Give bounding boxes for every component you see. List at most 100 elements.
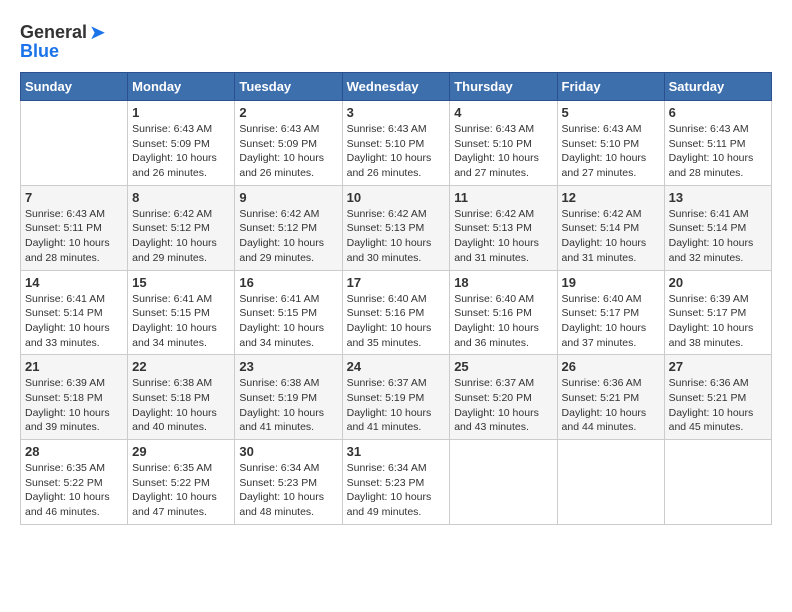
calendar-cell: 6 Sunrise: 6:43 AM Sunset: 5:11 PM Daylig… [664,101,771,186]
day-info: Sunrise: 6:37 AM Sunset: 5:20 PM Dayligh… [454,376,552,435]
day-info: Sunrise: 6:34 AM Sunset: 5:23 PM Dayligh… [239,461,337,520]
day-info: Sunrise: 6:43 AM Sunset: 5:11 PM Dayligh… [669,122,767,181]
day-number: 10 [347,190,446,205]
day-number: 20 [669,275,767,290]
calendar-cell [450,440,557,525]
day-info: Sunrise: 6:38 AM Sunset: 5:18 PM Dayligh… [132,376,230,435]
calendar-cell: 24Sunrise: 6:37 AM Sunset: 5:19 PM Dayli… [342,355,450,440]
calendar-header-row: SundayMondayTuesdayWednesdayThursdayFrid… [21,73,772,101]
day-info: Sunrise: 6:40 AM Sunset: 5:17 PM Dayligh… [562,292,660,351]
day-number: 26 [562,359,660,374]
calendar-cell: 22 Sunrise: 6:38 AM Sunset: 5:18 PM Dayli… [128,355,235,440]
day-info: Sunrise: 6:36 AM Sunset: 5:21 PM Dayligh… [669,376,767,435]
day-header-wednesday: Wednesday [342,73,450,101]
calendar-cell: 17 Sunrise: 6:40 AM Sunset: 5:16 PM Dayli… [342,270,450,355]
day-header-sunday: Sunday [21,73,128,101]
day-number: 22 [132,359,230,374]
day-number: 25 [454,359,552,374]
calendar-cell: 2 Sunrise: 6:43 AM Sunset: 5:09 PM Daylig… [235,101,342,186]
calendar-week-5: 28Sunrise: 6:35 AM Sunset: 5:22 PM Dayli… [21,440,772,525]
calendar-cell: 8 Sunrise: 6:42 AM Sunset: 5:12 PM Daylig… [128,185,235,270]
day-number: 23 [239,359,337,374]
day-header-tuesday: Tuesday [235,73,342,101]
day-info: Sunrise: 6:43 AM Sunset: 5:11 PM Dayligh… [25,207,123,266]
calendar-cell: 25 Sunrise: 6:37 AM Sunset: 5:20 PM Dayli… [450,355,557,440]
day-info: Sunrise: 6:43 AM Sunset: 5:09 PM Dayligh… [239,122,337,181]
day-info: Sunrise: 6:40 AM Sunset: 5:16 PM Dayligh… [347,292,446,351]
day-info: Sunrise: 6:43 AM Sunset: 5:09 PM Dayligh… [132,122,230,181]
day-info: Sunrise: 6:40 AM Sunset: 5:16 PM Dayligh… [454,292,552,351]
day-info: Sunrise: 6:38 AM Sunset: 5:19 PM Dayligh… [239,376,337,435]
calendar-week-3: 14 Sunrise: 6:41 AM Sunset: 5:14 PM Dayli… [21,270,772,355]
day-info: Sunrise: 6:43 AM Sunset: 5:10 PM Dayligh… [454,122,552,181]
day-number: 30 [239,444,337,459]
day-number: 11 [454,190,552,205]
calendar-cell: 26Sunrise: 6:36 AM Sunset: 5:21 PM Dayli… [557,355,664,440]
calendar-cell: 9 Sunrise: 6:42 AM Sunset: 5:12 PM Daylig… [235,185,342,270]
day-info: Sunrise: 6:35 AM Sunset: 5:22 PM Dayligh… [25,461,123,520]
calendar: SundayMondayTuesdayWednesdayThursdayFrid… [20,72,772,525]
day-number: 2 [239,105,337,120]
day-info: Sunrise: 6:42 AM Sunset: 5:12 PM Dayligh… [239,207,337,266]
day-info: Sunrise: 6:41 AM Sunset: 5:14 PM Dayligh… [25,292,123,351]
day-number: 27 [669,359,767,374]
day-number: 9 [239,190,337,205]
day-number: 31 [347,444,446,459]
day-number: 17 [347,275,446,290]
day-info: Sunrise: 6:41 AM Sunset: 5:15 PM Dayligh… [239,292,337,351]
day-number: 16 [239,275,337,290]
day-info: Sunrise: 6:37 AM Sunset: 5:19 PM Dayligh… [347,376,446,435]
day-number: 1 [132,105,230,120]
calendar-cell: 30 Sunrise: 6:34 AM Sunset: 5:23 PM Dayli… [235,440,342,525]
header: General ➤ Blue [20,20,772,62]
calendar-cell: 3 Sunrise: 6:43 AM Sunset: 5:10 PM Daylig… [342,101,450,186]
day-number: 8 [132,190,230,205]
day-info: Sunrise: 6:42 AM Sunset: 5:12 PM Dayligh… [132,207,230,266]
day-info: Sunrise: 6:35 AM Sunset: 5:22 PM Dayligh… [132,461,230,520]
calendar-cell: 10 Sunrise: 6:42 AM Sunset: 5:13 PM Dayli… [342,185,450,270]
day-number: 3 [347,105,446,120]
day-info: Sunrise: 6:39 AM Sunset: 5:17 PM Dayligh… [669,292,767,351]
calendar-cell: 31 Sunrise: 6:34 AM Sunset: 5:23 PM Dayli… [342,440,450,525]
logo: General ➤ Blue [20,20,106,62]
calendar-cell: 11 Sunrise: 6:42 AM Sunset: 5:13 PM Dayli… [450,185,557,270]
calendar-week-4: 21 Sunrise: 6:39 AM Sunset: 5:18 PM Dayli… [21,355,772,440]
logo-blue: Blue [20,41,59,62]
day-info: Sunrise: 6:42 AM Sunset: 5:13 PM Dayligh… [454,207,552,266]
calendar-cell: 16 Sunrise: 6:41 AM Sunset: 5:15 PM Dayli… [235,270,342,355]
day-number: 12 [562,190,660,205]
day-number: 19 [562,275,660,290]
calendar-cell: 7 Sunrise: 6:43 AM Sunset: 5:11 PM Daylig… [21,185,128,270]
day-info: Sunrise: 6:43 AM Sunset: 5:10 PM Dayligh… [347,122,446,181]
day-info: Sunrise: 6:34 AM Sunset: 5:23 PM Dayligh… [347,461,446,520]
day-number: 7 [25,190,123,205]
calendar-cell: 21 Sunrise: 6:39 AM Sunset: 5:18 PM Dayli… [21,355,128,440]
logo-general: General [20,22,87,43]
calendar-cell: 1 Sunrise: 6:43 AM Sunset: 5:09 PM Daylig… [128,101,235,186]
calendar-cell: 14 Sunrise: 6:41 AM Sunset: 5:14 PM Dayli… [21,270,128,355]
calendar-cell: 5Sunrise: 6:43 AM Sunset: 5:10 PM Daylig… [557,101,664,186]
calendar-cell: 29 Sunrise: 6:35 AM Sunset: 5:22 PM Dayli… [128,440,235,525]
calendar-week-2: 7 Sunrise: 6:43 AM Sunset: 5:11 PM Daylig… [21,185,772,270]
calendar-cell: 28Sunrise: 6:35 AM Sunset: 5:22 PM Dayli… [21,440,128,525]
day-number: 13 [669,190,767,205]
calendar-cell: 27 Sunrise: 6:36 AM Sunset: 5:21 PM Dayli… [664,355,771,440]
day-info: Sunrise: 6:41 AM Sunset: 5:15 PM Dayligh… [132,292,230,351]
calendar-cell: 19 Sunrise: 6:40 AM Sunset: 5:17 PM Dayli… [557,270,664,355]
day-info: Sunrise: 6:39 AM Sunset: 5:18 PM Dayligh… [25,376,123,435]
calendar-cell [664,440,771,525]
day-header-saturday: Saturday [664,73,771,101]
day-number: 21 [25,359,123,374]
calendar-cell: 13 Sunrise: 6:41 AM Sunset: 5:14 PM Dayli… [664,185,771,270]
day-header-monday: Monday [128,73,235,101]
day-info: Sunrise: 6:43 AM Sunset: 5:10 PM Dayligh… [562,122,660,181]
day-number: 29 [132,444,230,459]
calendar-cell: 15Sunrise: 6:41 AM Sunset: 5:15 PM Dayli… [128,270,235,355]
day-number: 14 [25,275,123,290]
calendar-cell: 4Sunrise: 6:43 AM Sunset: 5:10 PM Daylig… [450,101,557,186]
day-info: Sunrise: 6:42 AM Sunset: 5:13 PM Dayligh… [347,207,446,266]
day-number: 6 [669,105,767,120]
calendar-cell: 12Sunrise: 6:42 AM Sunset: 5:14 PM Dayli… [557,185,664,270]
day-number: 18 [454,275,552,290]
day-info: Sunrise: 6:41 AM Sunset: 5:14 PM Dayligh… [669,207,767,266]
